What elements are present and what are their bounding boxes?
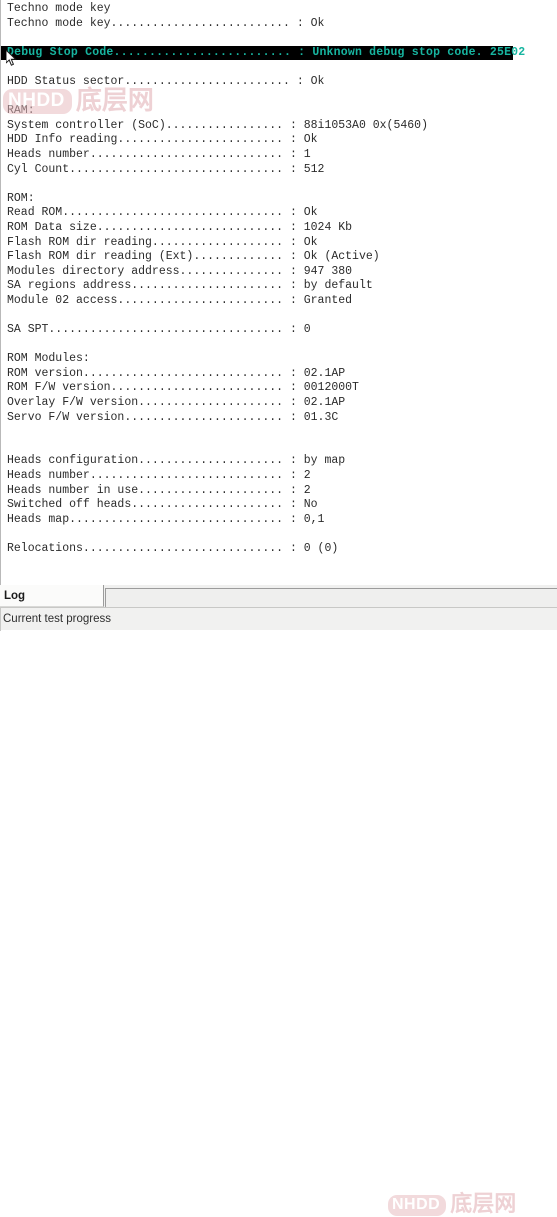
log-line[interactable] — [1, 90, 557, 105]
status-bar-text: Current test progress — [3, 613, 112, 625]
log-line[interactable]: Flash ROM dir reading (Ext).............… — [1, 250, 557, 265]
log-line[interactable]: SA regions address......................… — [1, 279, 557, 294]
log-line[interactable]: HDD Status sector.......................… — [1, 75, 557, 90]
log-line[interactable]: SA SPT..................................… — [1, 323, 557, 338]
watermark-chinese-text-bottom: 底层网 — [450, 1192, 517, 1217]
log-line[interactable]: Modules directory address...............… — [1, 265, 557, 280]
log-line-highlighted[interactable]: Debug Stop Code.........................… — [1, 45, 525, 61]
log-line[interactable] — [1, 31, 557, 46]
log-line[interactable] — [1, 177, 557, 192]
log-line[interactable] — [1, 308, 557, 323]
log-line[interactable]: Flash ROM dir reading...................… — [1, 236, 557, 251]
log-line[interactable]: ROM Data size...........................… — [1, 221, 557, 236]
log-line[interactable]: Read ROM................................… — [1, 206, 557, 221]
log-line-list[interactable]: Techno mode key Techno mode key..........… — [1, 2, 557, 557]
log-line[interactable]: RAM: — [1, 104, 557, 119]
tab-log-label: Log — [4, 589, 26, 602]
log-line[interactable]: Heads number in use.....................… — [1, 484, 557, 499]
log-line[interactable]: Techno mode key.........................… — [1, 17, 557, 32]
log-line[interactable]: ROM version.............................… — [1, 367, 557, 382]
status-bar: Current test progress NHDD 底层网 — [0, 607, 557, 1216]
status-bar-divider — [0, 608, 1, 631]
log-line[interactable]: System controller (SoC).................… — [1, 119, 557, 134]
log-output-panel[interactable]: Techno mode key Techno mode key..........… — [0, 0, 557, 585]
log-line[interactable] — [1, 425, 557, 440]
log-line[interactable] — [1, 60, 557, 75]
tab-strip: Log — [0, 585, 557, 607]
log-line[interactable]: HDD Info reading........................… — [1, 133, 557, 148]
log-line[interactable]: Switched off heads......................… — [1, 498, 557, 513]
log-line[interactable] — [1, 338, 557, 353]
log-line[interactable] — [1, 527, 557, 542]
log-line[interactable]: Heads configuration.....................… — [1, 454, 557, 469]
log-line[interactable]: Cyl Count...............................… — [1, 163, 557, 178]
log-line[interactable]: Heads number............................… — [1, 148, 557, 163]
watermark-badge-text-bottom: NHDD — [388, 1194, 447, 1216]
log-line[interactable]: ROM: — [1, 192, 557, 207]
log-line[interactable]: ROM Modules: — [1, 352, 557, 367]
log-line[interactable]: Overlay F/W version.....................… — [1, 396, 557, 411]
log-line[interactable]: Module 02 access........................… — [1, 294, 557, 309]
tab-strip-filler — [105, 588, 557, 607]
log-line[interactable]: Relocations.............................… — [1, 542, 557, 557]
log-line[interactable]: Techno mode key — [1, 2, 557, 17]
tab-log[interactable]: Log — [0, 585, 104, 607]
log-line[interactable]: ROM F/W version.........................… — [1, 381, 557, 396]
log-line[interactable]: Servo F/W version.......................… — [1, 411, 557, 426]
log-line[interactable]: Heads number............................… — [1, 469, 557, 484]
watermark-overlay-bottom: NHDD 底层网 — [388, 1194, 516, 1216]
log-line[interactable] — [1, 440, 557, 455]
log-line[interactable]: Heads map...............................… — [1, 513, 557, 528]
